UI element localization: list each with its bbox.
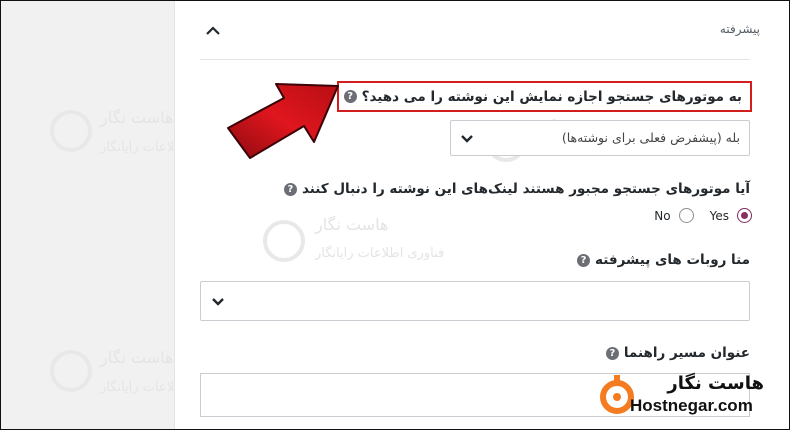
screenshot-border <box>0 0 790 430</box>
